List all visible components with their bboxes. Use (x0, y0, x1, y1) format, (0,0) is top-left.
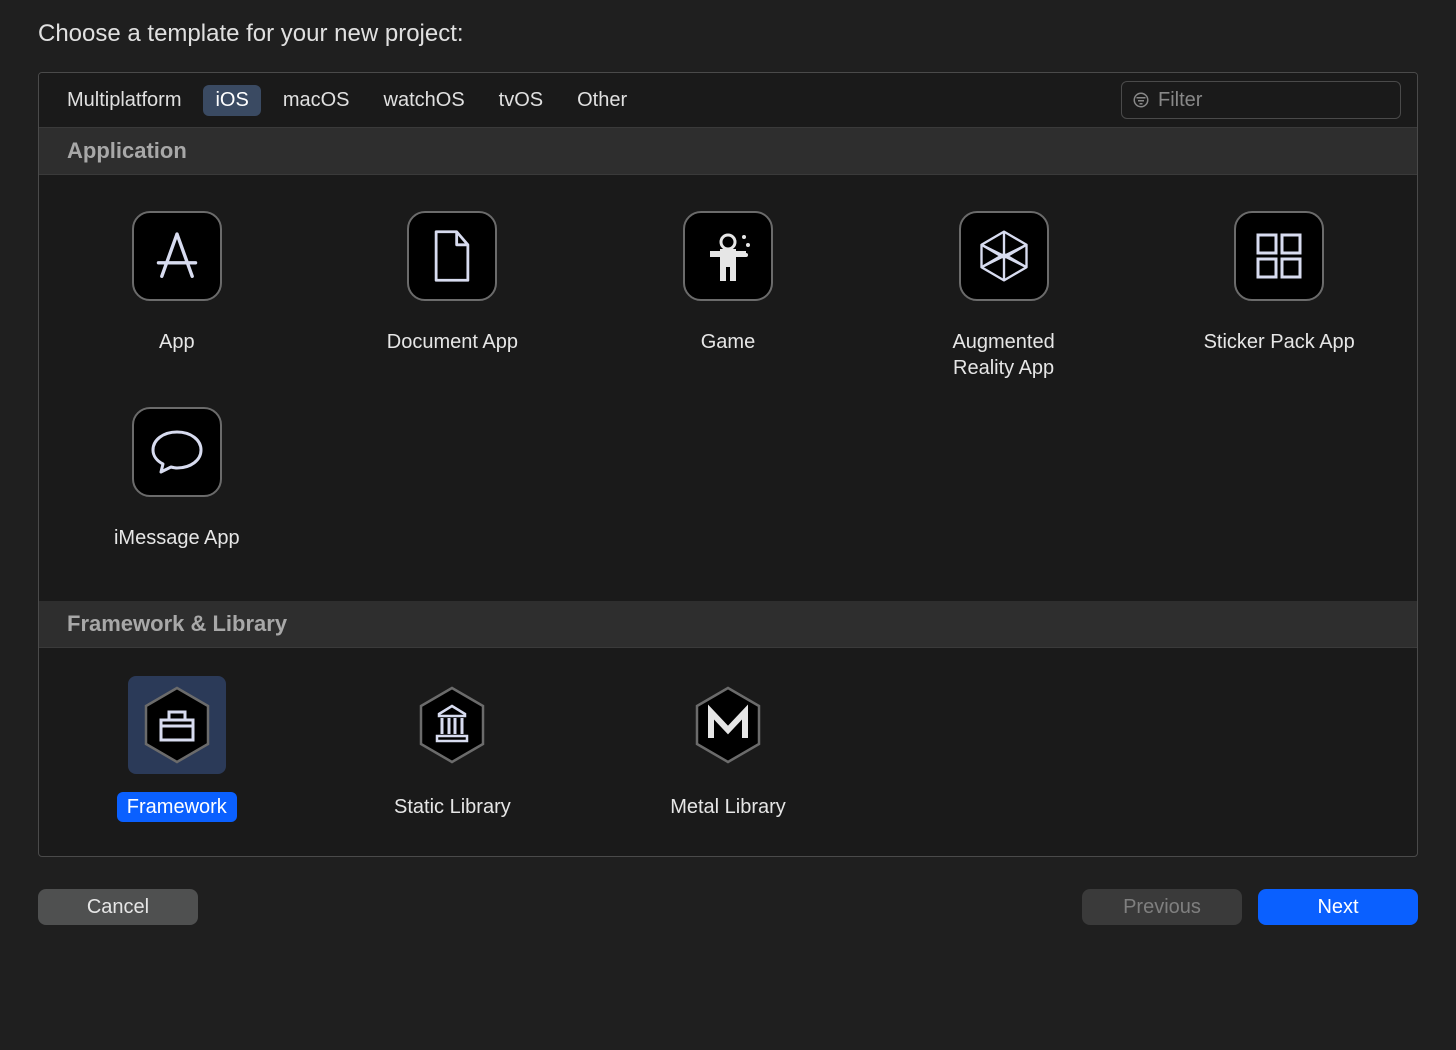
template-sticker-pack[interactable]: Sticker Pack App (1141, 195, 1417, 391)
cancel-button[interactable]: Cancel (38, 889, 198, 925)
tab-macos[interactable]: macOS (271, 85, 362, 116)
sheet-title: Choose a template for your new project: (38, 20, 1418, 48)
template-document-app[interactable]: Document App (315, 195, 591, 391)
tab-watchos[interactable]: watchOS (372, 85, 477, 116)
new-project-sheet: Choose a template for your new project: … (0, 0, 1456, 953)
template-label: Static Library (384, 792, 521, 822)
template-label: Sticker Pack App (1194, 327, 1365, 357)
footer-buttons: Cancel Previous Next (38, 889, 1418, 925)
next-button[interactable]: Next (1258, 889, 1418, 925)
static-library-icon (411, 684, 493, 766)
template-metal-library[interactable]: Metal Library (590, 668, 866, 830)
tab-tvos[interactable]: tvOS (487, 85, 555, 116)
previous-button: Previous (1082, 889, 1242, 925)
template-label: iMessage App (104, 523, 250, 553)
platform-bar: Multiplatform iOS macOS watchOS tvOS Oth… (39, 73, 1417, 128)
game-icon (683, 211, 773, 301)
template-game[interactable]: Game (590, 195, 866, 391)
document-icon (407, 211, 497, 301)
template-app[interactable]: App (39, 195, 315, 391)
application-grid: App Document App (39, 175, 1417, 601)
template-panel: Multiplatform iOS macOS watchOS tvOS Oth… (38, 72, 1418, 857)
filter-icon (1132, 91, 1150, 109)
ar-icon (959, 211, 1049, 301)
template-framework[interactable]: Framework (39, 668, 315, 830)
template-label: Document App (377, 327, 528, 357)
section-header-framework: Framework & Library (39, 601, 1417, 648)
tab-ios[interactable]: iOS (203, 85, 260, 116)
framework-grid: Framework (39, 648, 1417, 856)
template-label: Framework (117, 792, 237, 822)
filter-input[interactable] (1158, 89, 1418, 112)
tab-multiplatform[interactable]: Multiplatform (55, 85, 193, 116)
template-label: Metal Library (660, 792, 796, 822)
template-ar-app[interactable]: Augmented Reality App (866, 195, 1142, 391)
imessage-icon (132, 407, 222, 497)
metal-library-icon (687, 684, 769, 766)
platform-tabs: Multiplatform iOS macOS watchOS tvOS Oth… (55, 85, 639, 116)
filter-field-wrap[interactable] (1121, 81, 1401, 119)
app-icon (132, 211, 222, 301)
template-label: Augmented Reality App (914, 327, 1094, 383)
sticker-icon (1234, 211, 1324, 301)
template-imessage-app[interactable]: iMessage App (39, 391, 315, 561)
template-static-library[interactable]: Static Library (315, 668, 591, 830)
template-label: Game (691, 327, 765, 357)
template-label: App (149, 327, 205, 357)
framework-icon (136, 684, 218, 766)
section-header-application: Application (39, 128, 1417, 175)
tab-other[interactable]: Other (565, 85, 639, 116)
